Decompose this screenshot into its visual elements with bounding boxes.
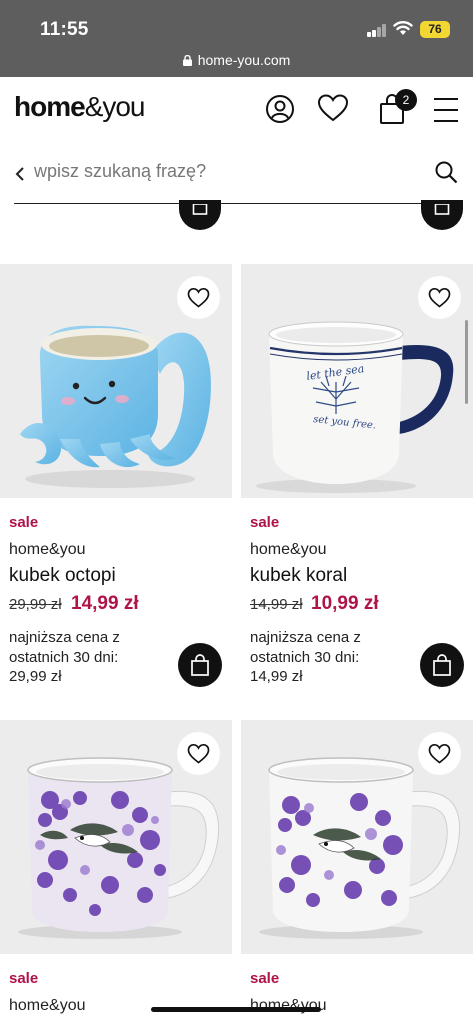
product-name[interactable]: kubek octopi	[9, 565, 116, 587]
lowest-price-value: 14,99 zł	[250, 668, 303, 685]
product-card[interactable]: sale home&you kubek octopi 29,99 zł 14,9…	[0, 264, 232, 694]
add-to-cart-button[interactable]	[178, 643, 222, 687]
heart-icon[interactable]	[317, 92, 349, 126]
lowest-price-value: 29,99 zł	[9, 668, 62, 685]
lowest-price-line: najniższa cena z	[9, 629, 120, 646]
browser-chrome: 11:55 76 home-you.com	[0, 0, 473, 77]
product-brand: home&you	[250, 541, 327, 558]
logo[interactable]: home&you	[14, 91, 146, 123]
lowest-price-line: ostatnich 30 dni:	[250, 648, 360, 666]
sale-price: 14,99 zł	[71, 593, 139, 614]
product-image[interactable]	[0, 720, 232, 954]
shopping-bag-icon	[192, 204, 208, 215]
home-indicator[interactable]	[151, 1007, 321, 1012]
add-to-cart-button[interactable]	[420, 643, 464, 687]
lowest-price-note: najniższa cena z ostatnich 30 dni: 29,99…	[9, 628, 169, 687]
status-time: 11:55	[40, 19, 89, 40]
user-icon[interactable]	[264, 92, 296, 126]
shopping-bag-icon	[434, 204, 450, 215]
product-brand: home&you	[250, 997, 327, 1014]
favorite-button[interactable]	[177, 732, 220, 775]
signal-icon	[367, 24, 387, 37]
product-name[interactable]: kubek koral	[250, 565, 347, 587]
lowest-price-line: najniższa cena z	[250, 629, 361, 646]
sale-price: 10,99 zł	[311, 593, 379, 614]
lowest-price-line: ostatnich 30 dni:	[9, 648, 119, 666]
product-image[interactable]: let the sea set you free.	[241, 264, 473, 498]
shopping-bag-icon	[433, 654, 451, 676]
search-input[interactable]: wpisz szukaną frazę?	[34, 161, 206, 182]
heart-icon	[428, 287, 451, 308]
sale-label: sale	[9, 970, 39, 987]
search-bar[interactable]: wpisz szukaną frazę?	[14, 152, 458, 204]
sale-label: sale	[250, 514, 280, 531]
shopping-bag-icon	[191, 654, 209, 676]
product-image[interactable]	[241, 720, 473, 954]
scrollbar[interactable]	[465, 320, 468, 404]
cart-count-badge: 2	[395, 89, 417, 111]
favorite-button[interactable]	[418, 276, 461, 319]
old-price: 29,99 zł	[9, 596, 62, 613]
product-card[interactable]: let the sea set you free. sale home&you …	[241, 264, 473, 694]
product-brand: home&you	[9, 997, 86, 1014]
sale-label: sale	[9, 514, 39, 531]
product-card[interactable]: sale home&you	[241, 720, 473, 1024]
chevron-left-icon[interactable]	[14, 167, 26, 181]
heart-icon	[187, 287, 210, 308]
product-card[interactable]: sale home&you	[0, 720, 232, 1024]
sale-label: sale	[250, 970, 280, 987]
favorite-button[interactable]	[418, 732, 461, 775]
old-price: 14,99 zł	[250, 596, 303, 613]
heart-icon	[428, 743, 451, 764]
lowest-price-note: najniższa cena z ostatnich 30 dni: 14,99…	[250, 628, 410, 687]
heart-icon	[187, 743, 210, 764]
url-text: home-you.com	[197, 52, 291, 68]
lock-icon	[182, 55, 192, 66]
menu-icon[interactable]	[432, 92, 460, 126]
wifi-icon	[393, 21, 413, 35]
add-to-cart-button[interactable]	[179, 200, 221, 230]
search-icon[interactable]	[434, 160, 458, 184]
favorite-button[interactable]	[177, 276, 220, 319]
add-to-cart-button[interactable]	[421, 200, 463, 230]
product-brand: home&you	[9, 541, 86, 558]
battery-indicator: 76	[420, 21, 450, 38]
url-bar[interactable]: home-you.com	[0, 50, 473, 70]
product-image[interactable]	[0, 264, 232, 498]
